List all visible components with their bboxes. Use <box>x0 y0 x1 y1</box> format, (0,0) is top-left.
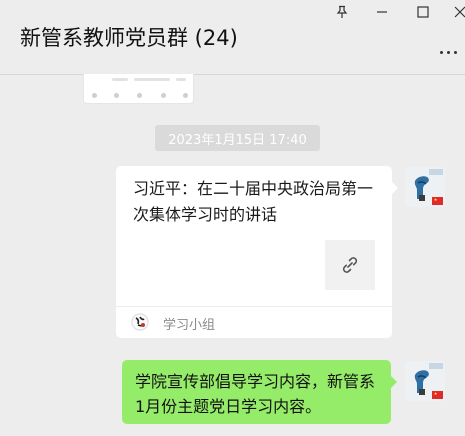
close-icon[interactable] <box>449 2 465 22</box>
message-text: 学院宣传部倡导学习内容，新管系1月份主题党日学习内容。 <box>135 372 376 416</box>
source-name: 学习小组 <box>163 318 216 333</box>
more-options-icon[interactable] <box>437 44 459 60</box>
text-message-bubble[interactable]: 学院宣传部倡导学习内容，新管系1月份主题党日学习内容。 <box>122 360 391 424</box>
pin-icon[interactable] <box>331 2 353 22</box>
maximize-icon[interactable] <box>412 2 434 22</box>
link-icon <box>325 240 375 290</box>
chat-header: 新管系教师党员群 (24) <box>0 0 465 75</box>
link-card-title: 习近平：在二十届中央政治局第一次集体学习时的讲话 <box>133 179 374 224</box>
source-logo-icon <box>131 313 149 331</box>
chat-title: 新管系教师党员群 (24) <box>20 26 238 50</box>
message-timestamp: 2023年1月15日 17:40 <box>155 125 320 151</box>
bubble-tail <box>391 376 397 388</box>
user-avatar[interactable] <box>405 361 445 401</box>
link-card-message[interactable]: 习近平：在二十届中央政治局第一次集体学习时的讲话 学习小组 <box>116 166 398 338</box>
minimize-icon[interactable] <box>371 2 393 22</box>
previous-message-card[interactable] <box>83 74 194 104</box>
user-avatar[interactable] <box>405 167 445 207</box>
link-card-divider <box>116 306 392 307</box>
